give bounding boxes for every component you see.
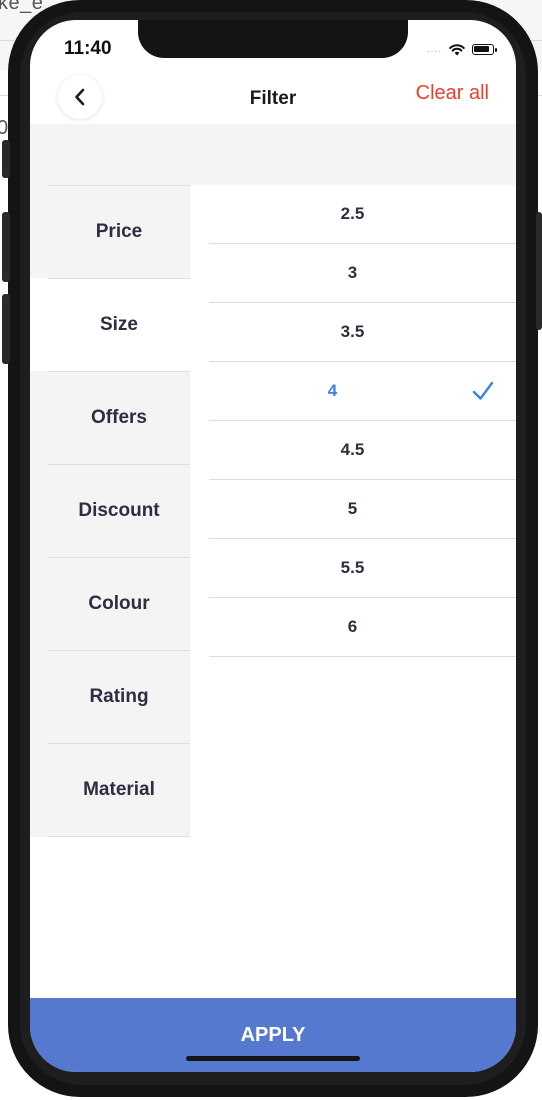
category-discount[interactable]: Discount — [30, 464, 190, 558]
status-time: 11:40 — [64, 38, 112, 59]
category-label: Rating — [89, 686, 149, 707]
category-size[interactable]: Size — [30, 278, 190, 372]
size-option-list: 2.5 3 3.5 4 4.5 5 5.5 6 — [209, 185, 516, 657]
category-label: Colour — [88, 593, 150, 614]
option-label: 4.5 — [340, 440, 365, 459]
home-indicator[interactable] — [186, 1056, 360, 1061]
background-side-text: 0 — [0, 117, 9, 139]
option-label: 5.5 — [340, 558, 365, 577]
status-icons: .... — [426, 42, 497, 56]
option-label: 3.5 — [340, 322, 365, 341]
phone-volume-up — [2, 212, 10, 282]
clear-all-button[interactable]: Clear all — [416, 82, 489, 105]
wifi-icon — [449, 43, 465, 55]
size-option[interactable]: 6 — [209, 598, 516, 657]
category-label: Discount — [78, 500, 160, 521]
size-option-selected[interactable]: 4 — [209, 362, 516, 421]
size-option[interactable]: 5.5 — [209, 539, 516, 598]
apply-label: APPLY — [240, 1023, 306, 1046]
category-label: Offers — [91, 407, 147, 428]
option-label: 3 — [347, 263, 358, 282]
size-option[interactable]: 4.5 — [209, 421, 516, 480]
header: Filter Clear all — [30, 75, 516, 125]
category-price[interactable]: Price — [30, 185, 190, 279]
category-label: Size — [99, 314, 139, 335]
header-spacer — [30, 124, 516, 185]
category-rating[interactable]: Rating — [30, 650, 190, 744]
category-offers[interactable]: Offers — [30, 371, 190, 465]
phone-mute-switch — [2, 140, 10, 178]
notch — [138, 20, 408, 58]
size-option[interactable]: 5 — [209, 480, 516, 539]
size-option[interactable]: 3 — [209, 244, 516, 303]
filter-category-list: Price Size Offers Discount Colour Rating… — [30, 185, 190, 837]
phone-volume-down — [2, 294, 10, 364]
category-colour[interactable]: Colour — [30, 557, 190, 651]
category-label: Price — [95, 221, 143, 242]
divider — [48, 836, 190, 837]
option-label: 6 — [347, 617, 358, 636]
app-screen: 11:40 .... Filter Clear all Price Size O… — [30, 20, 516, 1072]
option-label: 2.5 — [340, 204, 365, 223]
signal-icon: .... — [426, 43, 442, 55]
phone-power-button — [536, 212, 542, 330]
size-option[interactable]: 3.5 — [209, 303, 516, 362]
size-option[interactable]: 2.5 — [209, 185, 516, 244]
battery-icon — [472, 43, 497, 55]
category-material[interactable]: Material — [30, 743, 190, 837]
checkmark-icon — [472, 381, 494, 400]
option-label: 5 — [347, 499, 358, 518]
option-label: 4 — [327, 381, 338, 400]
category-label: Material — [83, 779, 155, 800]
